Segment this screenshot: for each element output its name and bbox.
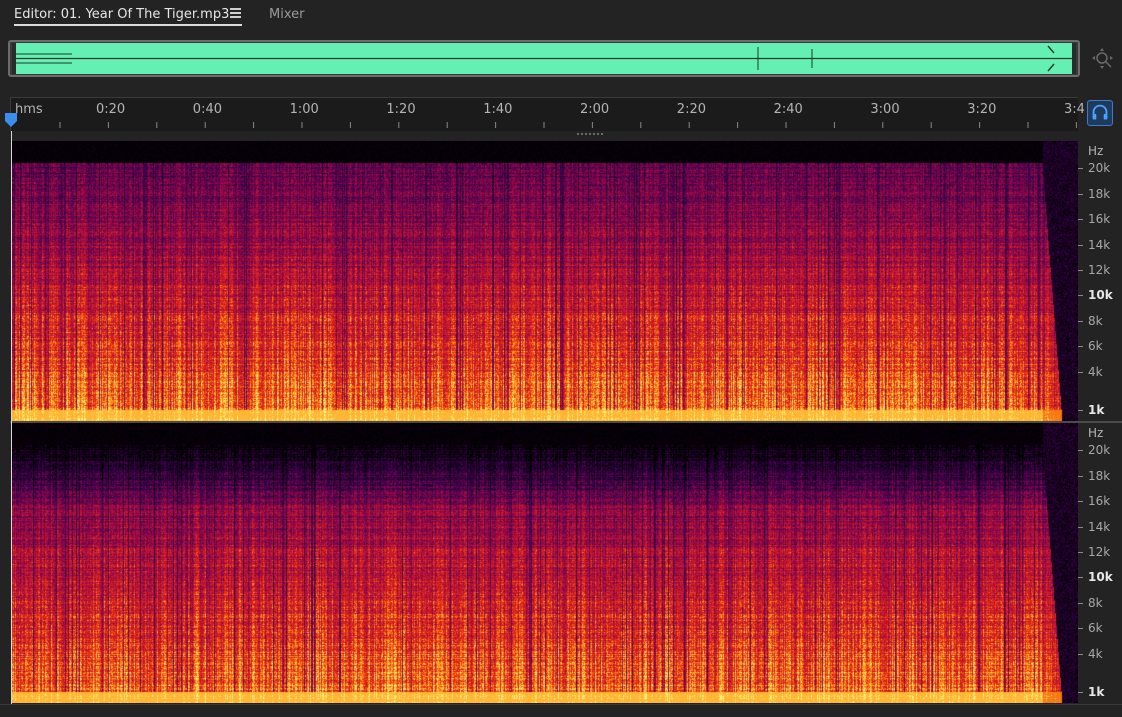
playhead-marker-icon[interactable]	[4, 112, 18, 128]
ruler-tick-label: 2:20	[676, 102, 706, 117]
frequency-label: 6k	[1088, 339, 1103, 353]
ruler-tick-label: 1:00	[289, 102, 319, 117]
frequency-tick	[1078, 346, 1083, 347]
frequency-label: 10k	[1088, 288, 1113, 302]
frequency-label: 20k	[1088, 443, 1111, 457]
frequency-tick	[1078, 168, 1083, 169]
frequency-label: 16k	[1088, 212, 1111, 226]
frequency-label: 14k	[1088, 520, 1111, 534]
frequency-label: 12k	[1088, 545, 1111, 559]
frequency-tick	[1078, 219, 1083, 220]
frequency-scale-right: Hz 20k 18k 16k 14k 12k 10k 8k 6k 4k 1k	[1078, 423, 1122, 703]
tab-editor-label: Editor: 01. Year Of The Tiger.mp3	[14, 7, 230, 22]
frequency-label: 8k	[1088, 314, 1103, 328]
frequency-label: 6k	[1088, 621, 1103, 635]
resize-grip-icon[interactable]	[576, 132, 604, 138]
frequency-label: 18k	[1088, 469, 1111, 483]
ruler-tick-label: 1:40	[483, 102, 513, 117]
spectrogram-channel-right[interactable]	[12, 423, 1078, 703]
frequency-tick	[1078, 410, 1083, 411]
waveform-overview[interactable]	[8, 40, 1080, 77]
frequency-label: 14k	[1088, 238, 1111, 252]
headphones-button[interactable]	[1087, 100, 1113, 126]
ruler-tick-label: 3:20	[967, 102, 997, 117]
frequency-tick	[1078, 654, 1083, 655]
ruler-tick-label: 0:20	[96, 102, 126, 117]
hamburger-icon[interactable]	[230, 8, 241, 18]
frequency-tick	[1078, 628, 1083, 629]
bottom-bar	[0, 704, 1122, 717]
tab-mixer[interactable]: Mixer	[269, 6, 304, 26]
frequency-tick	[1078, 245, 1083, 246]
frequency-tick	[1078, 450, 1083, 451]
ruler-tick-label: 3:4	[1064, 102, 1085, 117]
tab-editor[interactable]: Editor: 01. Year Of The Tiger.mp3	[14, 6, 242, 26]
frequency-tick	[1078, 321, 1083, 322]
frequency-label: 1k	[1088, 403, 1105, 417]
spectrogram-canvas-right	[12, 423, 1078, 703]
zoom-navigator-icon[interactable]	[1092, 47, 1114, 71]
frequency-scale-left: Hz 20k 18k 16k 14k 12k 10k 8k 6k 4k 1k	[1078, 141, 1122, 421]
overview-waveform	[12, 43, 1076, 74]
tab-mixer-label: Mixer	[269, 7, 305, 22]
frequency-tick	[1078, 295, 1083, 296]
frequency-unit-label: Hz	[1088, 144, 1104, 158]
frequency-tick	[1078, 577, 1083, 578]
ruler-tick-label: 2:40	[773, 102, 803, 117]
ruler-unit-label: hms	[15, 102, 43, 117]
ruler-tick-label: 3:00	[870, 102, 900, 117]
frequency-label: 1k	[1088, 685, 1105, 699]
frequency-label: 16k	[1088, 494, 1111, 508]
frequency-tick	[1078, 372, 1083, 373]
frequency-label: 4k	[1088, 365, 1103, 379]
ruler-tick-label: 2:00	[580, 102, 610, 117]
ruler-ticks	[59, 122, 1077, 128]
panel-tab-bar: Editor: 01. Year Of The Tiger.mp3 Mixer	[0, 0, 1122, 32]
frequency-label: 20k	[1088, 161, 1111, 175]
frequency-label: 8k	[1088, 596, 1103, 610]
frequency-tick	[1078, 476, 1083, 477]
frequency-tick	[1078, 194, 1083, 195]
spectrogram-canvas-left	[12, 141, 1078, 421]
frequency-tick	[1078, 603, 1083, 604]
time-ruler[interactable]: hms 0:20 0:40 1:00 1:20 1:40 2:00 2:20 2:40 3:00…	[10, 97, 1085, 131]
ruler-tick-label: 0:40	[192, 102, 222, 117]
frequency-label: 12k	[1088, 263, 1111, 277]
frequency-unit-label: Hz	[1088, 426, 1104, 440]
ruler-tick-label: 1:20	[386, 102, 416, 117]
frequency-tick	[1078, 527, 1083, 528]
frequency-label: 18k	[1088, 187, 1111, 201]
frequency-label: 10k	[1088, 570, 1113, 584]
spectrogram-channel-left[interactable]	[12, 141, 1078, 421]
frequency-tick	[1078, 552, 1083, 553]
headphones-icon	[1092, 104, 1108, 120]
frequency-tick	[1078, 692, 1083, 693]
frequency-tick	[1078, 501, 1083, 502]
frequency-label: 4k	[1088, 647, 1103, 661]
playhead-line	[11, 131, 12, 704]
frequency-tick	[1078, 270, 1083, 271]
